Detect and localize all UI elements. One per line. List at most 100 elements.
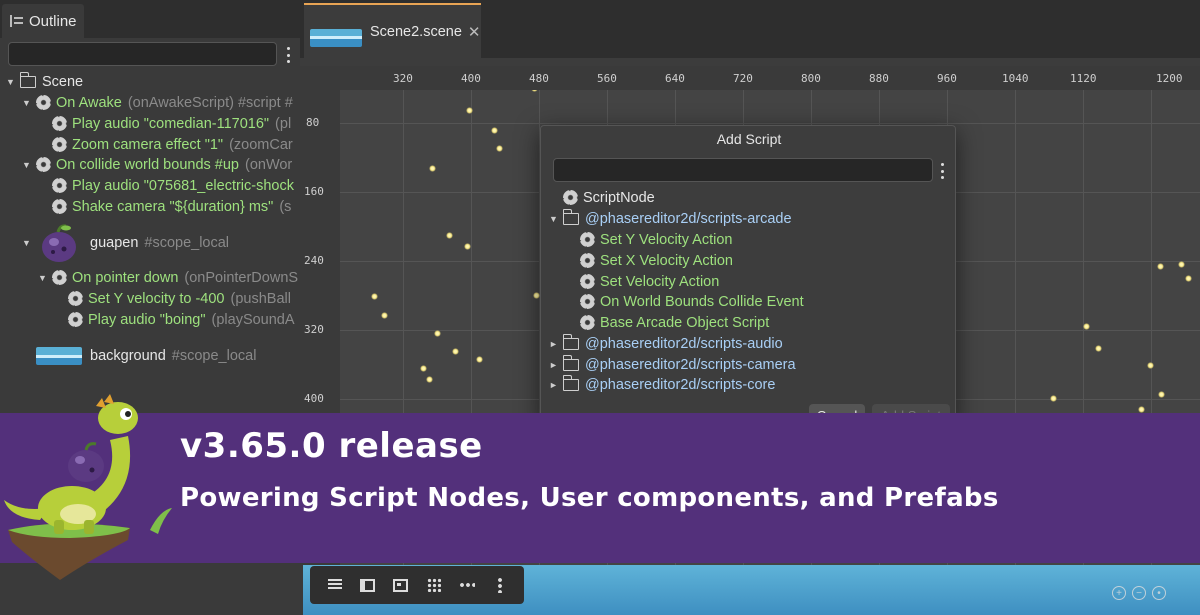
tree-item-play-audio-shock[interactable]: Play audio "075681_electric-shock <box>52 175 294 196</box>
gear-icon <box>580 253 595 268</box>
gear-icon <box>52 137 67 152</box>
sparkle-particle <box>1147 362 1154 369</box>
tree-item-zoom-camera[interactable]: Zoom camera effect "1" (zoomCar <box>52 134 293 155</box>
dialog-item-scripts-core[interactable]: ► @phasereditor2d/scripts-core <box>549 374 775 395</box>
gear-icon <box>580 232 595 247</box>
dialog-filter-input[interactable] <box>553 158 933 182</box>
tab-scene2[interactable]: Scene2.scene ✕ <box>304 3 481 58</box>
outline-filter-input[interactable] <box>8 42 277 66</box>
scene-tab-label: Scene2.scene <box>370 23 462 40</box>
align-lines-icon <box>327 579 342 591</box>
expand-arrow-icon[interactable]: ▼ <box>6 77 16 87</box>
zoom-in-icon[interactable]: + <box>1112 586 1126 600</box>
sparkle-particle <box>426 376 433 383</box>
tree-item-on-awake[interactable]: ▼ On Awake (onAwakeScript) #script # <box>22 92 293 113</box>
dialog-item-scripts-audio[interactable]: ► @phasereditor2d/scripts-audio <box>549 333 783 354</box>
plum-sprite-thumbnail <box>42 224 76 262</box>
expand-arrow-icon[interactable]: ► <box>549 339 559 349</box>
gear-icon <box>563 190 578 205</box>
grid-icon <box>426 578 441 592</box>
tree-item-shake-camera[interactable]: Shake camera "${duration} ms" (s <box>52 196 291 217</box>
background-sprite-thumbnail <box>36 346 82 365</box>
expand-arrow-icon[interactable]: ► <box>549 380 559 390</box>
sparkle-particle <box>466 107 473 114</box>
sparkle-particle <box>420 365 427 372</box>
sparkle-particle <box>476 356 483 363</box>
outline-menu-icon[interactable] <box>286 47 290 63</box>
expand-arrow-icon[interactable]: ▼ <box>38 273 48 283</box>
expand-arrow-icon[interactable]: ▼ <box>22 238 32 248</box>
sparkle-particle <box>1083 323 1090 330</box>
grid-line <box>340 123 1200 124</box>
gear-icon <box>68 291 83 306</box>
expand-arrow-icon[interactable]: ► <box>549 360 559 370</box>
zoom-reset-icon[interactable]: • <box>1152 586 1166 600</box>
tree-item-background[interactable]: background #scope_local <box>36 345 256 366</box>
zoom-out-icon[interactable]: − <box>1132 586 1146 600</box>
ruler-tick-label: 1040 <box>1002 72 1029 85</box>
folder-icon <box>562 374 579 391</box>
tree-item-on-collide[interactable]: ▼ On collide world bounds #up (onWor <box>22 154 292 175</box>
gear-icon <box>52 270 67 285</box>
gear-icon <box>36 95 51 110</box>
folder-icon <box>562 354 579 371</box>
sparkle-particle <box>496 145 503 152</box>
zoom-controls: + − • <box>1112 586 1166 600</box>
panel-toggle-button[interactable] <box>359 577 377 593</box>
gear-icon <box>36 157 51 172</box>
expand-arrow-icon[interactable]: ▼ <box>549 214 559 224</box>
sparkle-particle <box>1138 406 1145 413</box>
banner-title: v3.65.0 release <box>180 426 483 466</box>
ruler-tick-label: 960 <box>937 72 957 85</box>
vertical-dots-icon <box>497 577 502 593</box>
gear-icon <box>52 199 67 214</box>
sparkle-particle <box>381 312 388 319</box>
expand-arrow-icon[interactable]: ▼ <box>22 98 32 108</box>
dialog-item-set-velocity[interactable]: Set Velocity Action <box>580 271 719 292</box>
tree-item-play-audio-boing[interactable]: Play audio "boing" (playSoundA <box>68 309 295 330</box>
dialog-item-scripts-camera[interactable]: ► @phasereditor2d/scripts-camera <box>549 354 796 375</box>
gear-icon <box>580 294 595 309</box>
grid-button[interactable] <box>425 577 443 593</box>
ruler-tick-label: 80 <box>306 116 320 129</box>
dialog-item-world-bounds[interactable]: On World Bounds Collide Event <box>580 291 804 312</box>
ellipsis-icon <box>458 583 475 587</box>
dialog-item-scriptnode[interactable]: ScriptNode <box>563 187 655 208</box>
tree-item-set-y-velocity[interactable]: Set Y velocity to -400 (pushBall <box>68 288 291 309</box>
sparkle-particle <box>1185 275 1192 282</box>
dialog-item-scripts-arcade[interactable]: ▼ @phasereditor2d/scripts-arcade <box>549 208 792 229</box>
editor-toolbar <box>310 566 524 604</box>
add-script-dialog: Add Script ScriptNode ▼ @phasereditor2d/… <box>540 125 956 426</box>
dialog-item-set-x-velocity[interactable]: Set X Velocity Action <box>580 250 733 271</box>
close-icon[interactable]: ✕ <box>468 23 481 41</box>
banner-subtitle: Powering Script Nodes, User components, … <box>180 483 999 513</box>
sparkle-particle <box>429 165 436 172</box>
ruler-horizontal: 320 400 480 560 640 720 800 880 960 1040… <box>300 66 1200 90</box>
expand-arrow-icon[interactable]: ▼ <box>22 160 32 170</box>
gear-icon <box>52 116 67 131</box>
gear-icon <box>580 274 595 289</box>
more-horizontal-button[interactable] <box>458 577 476 593</box>
ruler-tick-label: 640 <box>665 72 685 85</box>
gear-icon <box>68 312 83 327</box>
editor-tabbar: Scene2.scene ✕ <box>300 0 1200 58</box>
tree-item-scene[interactable]: ▼ Scene <box>6 71 83 92</box>
frame-button[interactable] <box>392 577 410 593</box>
outline-toggle-button[interactable] <box>326 577 344 593</box>
sparkle-particle <box>1158 391 1165 398</box>
tree-item-play-audio-comedian[interactable]: Play audio "comedian-117016" (pl <box>52 113 291 134</box>
folder-icon <box>562 333 579 350</box>
sparkle-particle <box>1095 345 1102 352</box>
dialog-item-base-arcade[interactable]: Base Arcade Object Script <box>580 312 769 333</box>
dialog-menu-icon[interactable] <box>940 163 944 179</box>
tree-item-guapen[interactable]: ▼ guapen #scope_local <box>22 222 229 264</box>
ruler-tick-label: 320 <box>304 323 324 336</box>
dialog-item-set-y-velocity[interactable]: Set Y Velocity Action <box>580 229 732 250</box>
sidebar-panel-icon <box>360 578 375 592</box>
more-vertical-button[interactable] <box>491 577 509 593</box>
outline-tree-icon <box>10 15 23 27</box>
tree-item-on-pointer-down[interactable]: ▼ On pointer down (onPointerDownS <box>38 267 298 288</box>
gear-icon <box>580 315 595 330</box>
sparkle-particle <box>434 330 441 337</box>
tab-outline[interactable]: Outline <box>2 4 84 38</box>
